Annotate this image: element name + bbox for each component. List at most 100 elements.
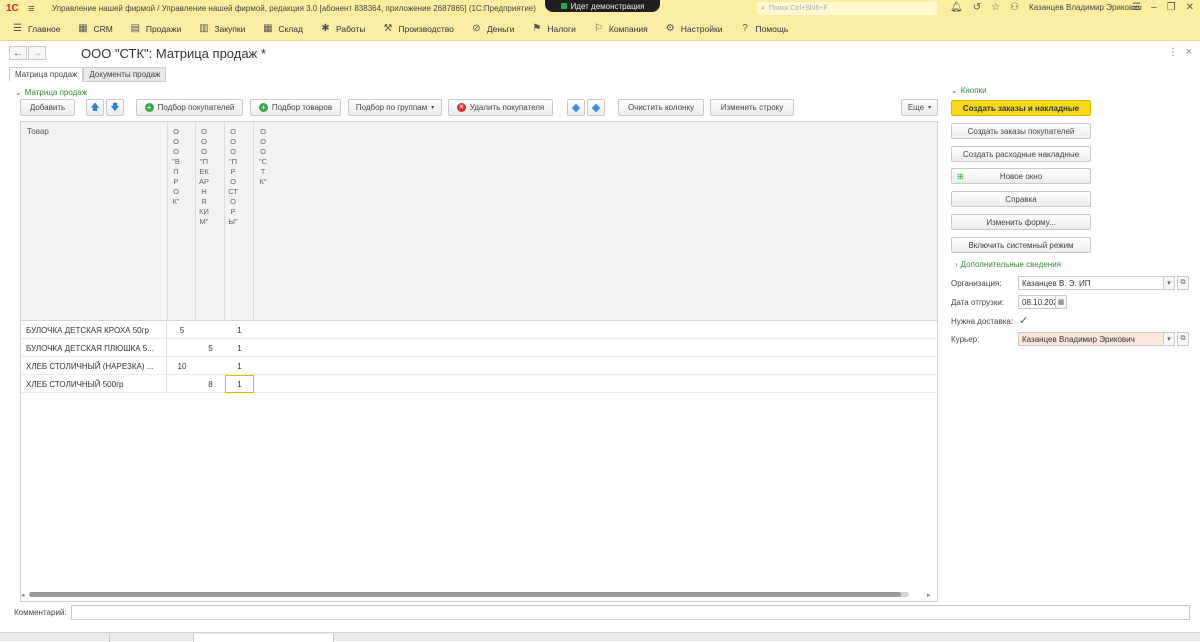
- menu-item-label: Работы: [335, 23, 366, 34]
- quantity-cell[interactable]: [254, 375, 283, 393]
- current-user[interactable]: Казанцев Владимир Эрикович: [1029, 3, 1142, 12]
- maximize-icon[interactable]: ❐: [1167, 2, 1176, 13]
- tab-sales-documents[interactable]: Документы продаж: [83, 67, 167, 82]
- menu-item-7[interactable]: ⊘ Деньги: [471, 23, 514, 34]
- settings-menu-icon[interactable]: ☰: [1132, 2, 1141, 13]
- organization-field[interactable]: Казанцев В. Э. ИП: [1018, 276, 1164, 290]
- courier-dropdown-icon[interactable]: ▾: [1163, 332, 1175, 346]
- close-window-icon[interactable]: ✕: [1186, 2, 1194, 13]
- menu-item-label: Настройки: [680, 23, 723, 34]
- scroll-left-icon[interactable]: ◂: [21, 591, 25, 599]
- quantity-cell[interactable]: 1: [225, 339, 254, 357]
- menu-item-1[interactable]: ▦ CRM: [77, 23, 113, 34]
- star-icon[interactable]: ☆: [991, 2, 1000, 13]
- global-search-input[interactable]: ⌕ Поиск Ctrl+Shift+F: [757, 2, 937, 15]
- quantity-cell[interactable]: [168, 375, 196, 393]
- select-goods-button[interactable]: + Подбор товаров: [250, 99, 341, 116]
- product-cell[interactable]: БУЛОЧКА ДЕТСКАЯ КРОХА 50гр: [21, 321, 167, 339]
- table-row[interactable]: ХЛЕБ СТОЛИЧНЫЙ 500гр 8 1: [21, 375, 937, 393]
- menu-item-3[interactable]: ▥ Закупки: [198, 23, 245, 34]
- quantity-cell[interactable]: 1: [225, 357, 254, 375]
- quantity-cell[interactable]: [168, 339, 196, 357]
- menu-item-9[interactable]: ⚐ Компания: [593, 23, 648, 34]
- quantity-cell[interactable]: [254, 357, 283, 375]
- horizontal-scrollbar[interactable]: [29, 592, 909, 597]
- scrollbar-thumb[interactable]: [29, 592, 901, 597]
- comment-input[interactable]: [71, 605, 1190, 620]
- menu-item-10[interactable]: ⚙ Настройки: [665, 23, 723, 34]
- scroll-right-icon[interactable]: ▸: [927, 591, 931, 599]
- quantity-cell[interactable]: 1: [225, 375, 254, 393]
- change-row-button[interactable]: Изменить строку: [710, 99, 794, 116]
- column-header-buyer[interactable]: ООО "СТК": [254, 122, 283, 321]
- table-row[interactable]: БУЛОЧКА ДЕТСКАЯ КРОХА 50гр 5 1: [21, 321, 937, 339]
- quantity-cell[interactable]: [196, 357, 225, 375]
- quantity-cell[interactable]: [254, 339, 283, 357]
- bell-icon[interactable]: 🔔︎: [950, 2, 963, 13]
- quantity-cell[interactable]: 1: [225, 321, 254, 339]
- group-sales-matrix[interactable]: ⌄ Матрица продаж: [15, 88, 87, 97]
- move-up-button[interactable]: 🡅: [86, 99, 104, 116]
- organization-open-icon[interactable]: ⧉: [1177, 276, 1189, 290]
- column-header-buyer[interactable]: ООО "ПРОСТОРЫ": [225, 122, 254, 321]
- table-row[interactable]: БУЛОЧКА ДЕТСКАЯ ПЛЮШКА 5... 5 1: [21, 339, 937, 357]
- change-form-button[interactable]: Изменить форму...: [951, 214, 1091, 230]
- courier-open-icon[interactable]: ⧉: [1177, 332, 1189, 346]
- column-header-buyer[interactable]: ООО "ВПРОК": [168, 122, 196, 321]
- main-menu-icon[interactable]: ≡: [28, 3, 42, 15]
- menu-item-0[interactable]: ☰ Главное: [12, 23, 60, 34]
- product-cell[interactable]: БУЛОЧКА ДЕТСКАЯ ПЛЮШКА 5...: [21, 339, 167, 357]
- add-button[interactable]: Добавить: [20, 99, 75, 116]
- back-button[interactable]: ←: [9, 46, 27, 60]
- quantity-cell[interactable]: 8: [196, 375, 225, 393]
- create-invoices-button[interactable]: Создать расходные накладные: [951, 146, 1091, 162]
- menu-item-8[interactable]: ⚑ Налоги: [531, 23, 575, 34]
- new-window-button[interactable]: ⊞ Новое окно: [951, 168, 1091, 184]
- table-row[interactable]: ХЛЕБ СТОЛИЧНЫЙ (НАРЕЗКА) ... 10 1: [21, 357, 937, 375]
- product-cell[interactable]: ХЛЕБ СТОЛИЧНЫЙ 500гр: [21, 375, 167, 393]
- forward-button[interactable]: →: [28, 46, 46, 60]
- column-header-product[interactable]: Товар: [21, 122, 168, 321]
- courier-field[interactable]: Казанцев Владимир Эрикович: [1018, 332, 1164, 346]
- clear-column-button[interactable]: Очистить колонку: [618, 99, 704, 116]
- move-right-button[interactable]: [587, 99, 605, 116]
- menu-item-6[interactable]: ⚒ Производство: [382, 23, 454, 34]
- history-icon[interactable]: ↺: [973, 2, 981, 13]
- quantity-cell[interactable]: [254, 321, 283, 339]
- select-buyers-button[interactable]: + Подбор покупателей: [136, 99, 243, 116]
- sales-matrix-table[interactable]: Товар ООО "ВПРОК" ООО "ПЕКАРНЯ КИМ" ООО …: [20, 121, 938, 602]
- delivery-needed-checkbox[interactable]: ✓: [1019, 314, 1028, 327]
- system-mode-button[interactable]: Включить системный режим: [951, 237, 1091, 253]
- minimize-icon[interactable]: –: [1151, 2, 1157, 13]
- organization-label: Организация:: [951, 279, 1002, 288]
- product-cell[interactable]: ХЛЕБ СТОЛИЧНЫЙ (НАРЕЗКА) ...: [21, 357, 167, 375]
- menu-item-4[interactable]: ▦ Склад: [262, 23, 303, 34]
- group-extra-info[interactable]: › Дополнительные сведения: [955, 260, 1061, 269]
- select-by-groups-button[interactable]: Подбор по группам ▾: [348, 99, 442, 116]
- form-title: ООО "СТК": Матрица продаж *: [81, 45, 266, 61]
- calendar-icon[interactable]: ▦: [1055, 295, 1067, 309]
- column-header-buyer[interactable]: ООО "ПЕКАРНЯ КИМ": [196, 122, 225, 321]
- quantity-cell[interactable]: [196, 321, 225, 339]
- form-close-icon[interactable]: ×: [1186, 46, 1192, 58]
- form-more-icon[interactable]: ⋮: [1168, 47, 1178, 58]
- help-button[interactable]: Справка: [951, 191, 1091, 207]
- menu-item-11[interactable]: ? Помощь: [739, 23, 788, 34]
- create-orders-and-invoices-button[interactable]: Создать заказы и накладные: [951, 100, 1091, 116]
- group-buttons[interactable]: ⌄ Кнопки: [951, 86, 987, 95]
- tab-sales-matrix[interactable]: Матрица продаж: [9, 67, 84, 82]
- menu-item-2[interactable]: ▤ Продажи: [130, 23, 182, 34]
- ship-date-field[interactable]: 08.10.2024: [1018, 295, 1062, 309]
- menu-item-5[interactable]: ✱ Работы: [320, 23, 366, 34]
- user-icon[interactable]: ⚇: [1010, 2, 1019, 13]
- move-left-button[interactable]: [567, 99, 585, 116]
- quantity-cell[interactable]: 5: [168, 321, 196, 339]
- works-icon: ✱: [321, 23, 330, 34]
- quantity-cell[interactable]: 10: [168, 357, 196, 375]
- quantity-cell[interactable]: 5: [196, 339, 225, 357]
- move-down-button[interactable]: 🡇: [106, 99, 124, 116]
- create-buyer-orders-button[interactable]: Создать заказы покупателей: [951, 123, 1091, 139]
- organization-dropdown-icon[interactable]: ▾: [1163, 276, 1175, 290]
- delete-buyer-button[interactable]: ✕ Удалить покупателя: [448, 99, 553, 116]
- more-button[interactable]: Еще ▾: [901, 99, 938, 116]
